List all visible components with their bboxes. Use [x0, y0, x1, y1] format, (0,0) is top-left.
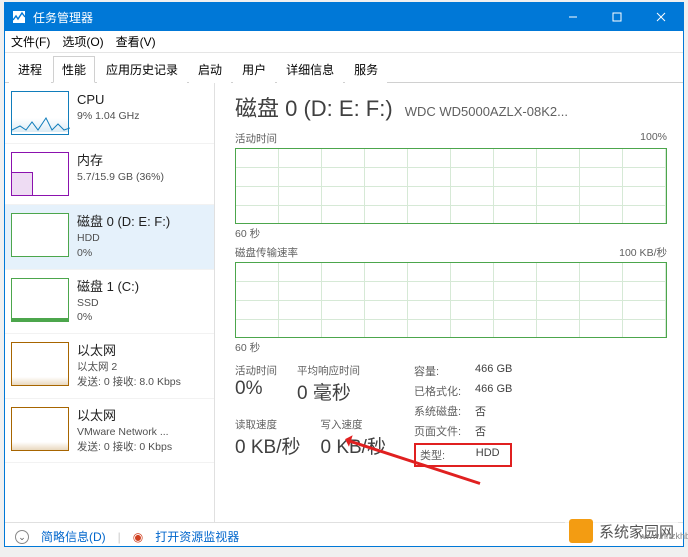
window-title: 任务管理器: [33, 9, 551, 26]
sidebar-item-memory[interactable]: 内存 5.7/15.9 GB (36%): [5, 144, 214, 205]
chart-x-label: 60 秒: [235, 226, 667, 241]
active-time-chart: 活动时间 100% 60 秒: [235, 131, 667, 241]
tab-details[interactable]: 详细信息: [277, 56, 343, 83]
disk-type-value: HDD: [476, 447, 507, 463]
activity-chart-canvas: [235, 148, 667, 224]
sidebar-item-label: CPU: [77, 91, 139, 109]
transfer-rate-chart: 磁盘传输速率 100 KB/秒 60 秒: [235, 245, 667, 355]
stat-label: 平均响应时间: [297, 363, 360, 378]
chart-x-label: 60 秒: [235, 340, 667, 355]
chart-label: 活动时间: [235, 131, 277, 146]
disk-info-grid: 容量:466 GB 已格式化:466 GB 系统磁盘:否 页面文件:否 类型:H…: [414, 363, 512, 467]
tabs: 进程 性能 应用历史记录 启动 用户 详细信息 服务: [5, 53, 683, 83]
cpu-thumb-icon: [11, 91, 69, 135]
tab-services[interactable]: 服务: [345, 56, 387, 83]
stat-label: 活动时间: [235, 363, 277, 378]
disk-thumb-icon: [11, 278, 69, 322]
menu-view[interactable]: 查看(V): [116, 33, 156, 50]
type-highlight: 类型:HDD: [414, 443, 512, 467]
performance-sidebar: CPU 9% 1.04 GHz 内存 5.7/15.9 GB (36%) 磁盘 …: [5, 83, 215, 522]
write-speed-value: 0 KB/秒: [320, 432, 385, 459]
maximize-button[interactable]: [595, 3, 639, 31]
read-speed-value: 0 KB/秒: [235, 432, 300, 459]
menu-options[interactable]: 选项(O): [62, 33, 103, 50]
active-time-value: 0%: [235, 378, 277, 400]
stat-label: 写入速度: [320, 417, 385, 432]
sidebar-item-disk0[interactable]: 磁盘 0 (D: E: F:) HDD 0%: [5, 205, 214, 270]
ethernet-thumb-icon: [11, 407, 69, 451]
sidebar-item-ethernet-2[interactable]: 以太网 VMware Network ... 发送: 0 接收: 0 Kbps: [5, 399, 214, 464]
chart-max: 100%: [640, 131, 667, 146]
chart-label: 磁盘传输速率: [235, 245, 298, 260]
sidebar-item-cpu[interactable]: CPU 9% 1.04 GHz: [5, 83, 214, 144]
sidebar-item-label: 磁盘 0 (D: E: F:): [77, 213, 170, 231]
watermark-url: www.hnzkhbsb.com: [639, 531, 688, 541]
memory-thumb-icon: [11, 152, 69, 196]
main-panel: 磁盘 0 (D: E: F:) WDC WD5000AZLX-08K2... 活…: [215, 83, 683, 522]
task-manager-window: 任务管理器 文件(F) 选项(O) 查看(V) 进程 性能 应用历史记录 启动 …: [4, 2, 684, 547]
menu-file[interactable]: 文件(F): [11, 33, 50, 50]
minimize-button[interactable]: [551, 3, 595, 31]
app-icon: [11, 9, 27, 25]
tab-processes[interactable]: 进程: [9, 56, 51, 83]
chart-max: 100 KB/秒: [619, 245, 667, 260]
sidebar-item-disk1[interactable]: 磁盘 1 (C:) SSD 0%: [5, 270, 214, 335]
ethernet-thumb-icon: [11, 342, 69, 386]
close-button[interactable]: [639, 3, 683, 31]
sidebar-item-label: 磁盘 1 (C:): [77, 278, 139, 296]
sidebar-item-ethernet-1[interactable]: 以太网 以太网 2 发送: 0 接收: 8.0 Kbps: [5, 334, 214, 399]
sidebar-item-label: 以太网: [77, 407, 172, 425]
titlebar: 任务管理器: [5, 3, 683, 31]
transfer-chart-canvas: [235, 262, 667, 338]
open-resource-monitor-link[interactable]: 打开资源监视器: [155, 528, 239, 545]
sidebar-item-label: 以太网: [77, 342, 181, 360]
avg-response-value: 0 毫秒: [297, 378, 360, 405]
watermark: 系统家园网 www.hnzkhbsb.com: [565, 517, 678, 545]
page-title: 磁盘 0 (D: E: F:): [235, 91, 393, 123]
pagefile-value: 否: [475, 423, 512, 439]
capacity-value: 466 GB: [475, 363, 512, 379]
formatted-value: 466 GB: [475, 383, 512, 399]
menubar: 文件(F) 选项(O) 查看(V): [5, 31, 683, 53]
disk-model: WDC WD5000AZLX-08K2...: [405, 104, 568, 119]
chevron-down-icon[interactable]: ⌄: [15, 530, 29, 544]
brief-info-link[interactable]: 简略信息(D): [41, 528, 106, 545]
stat-label: 读取速度: [235, 417, 300, 432]
tab-users[interactable]: 用户: [233, 56, 275, 83]
tab-performance[interactable]: 性能: [53, 56, 95, 83]
watermark-logo-icon: [569, 519, 593, 543]
sidebar-item-label: 内存: [77, 152, 164, 170]
monitor-icon: ◉: [133, 530, 143, 544]
tab-startup[interactable]: 启动: [189, 56, 231, 83]
tab-app-history[interactable]: 应用历史记录: [97, 56, 187, 83]
disk-thumb-icon: [11, 213, 69, 257]
system-disk-value: 否: [475, 403, 512, 419]
